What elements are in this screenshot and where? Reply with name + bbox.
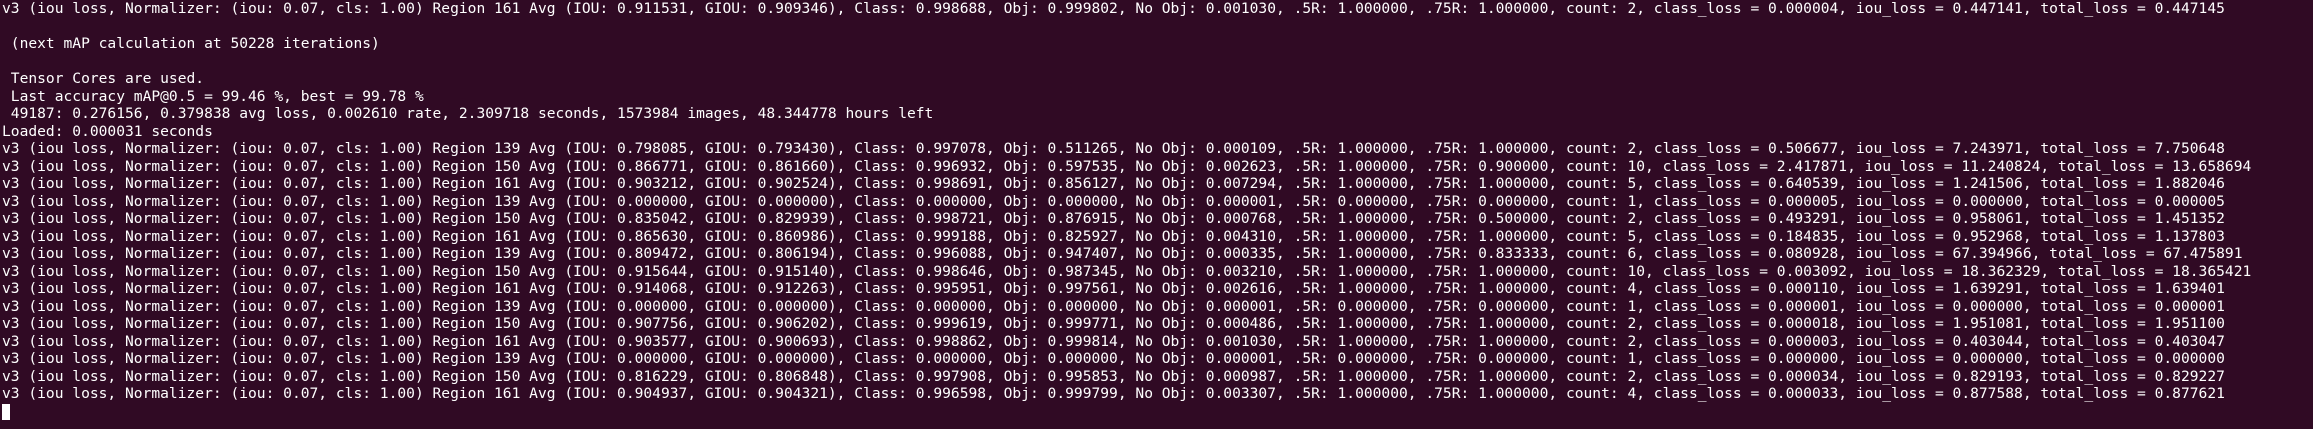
terminal-cursor xyxy=(2,403,10,420)
log-line: v3 (iou loss, Normalizer: (iou: 0.07, cl… xyxy=(2,332,2225,350)
log-line: v3 (iou loss, Normalizer: (iou: 0.07, cl… xyxy=(2,367,2225,385)
log-line: v3 (iou loss, Normalizer: (iou: 0.07, cl… xyxy=(2,350,2225,367)
log-line: v3 (iou loss, Normalizer: (iou: 0.07, cl… xyxy=(2,245,2243,262)
log-line: Last accuracy mAP@0.5 = 99.46 %, best = … xyxy=(2,87,424,105)
log-line: v3 (iou loss, Normalizer: (iou: 0.07, cl… xyxy=(2,262,2252,280)
log-line: v3 (iou loss, Normalizer: (iou: 0.07, cl… xyxy=(2,175,2225,192)
log-line: v3 (iou loss, Normalizer: (iou: 0.07, cl… xyxy=(2,280,2225,297)
log-line: v3 (iou loss, Normalizer: (iou: 0.07, cl… xyxy=(2,227,2225,245)
log-line: v3 (iou loss, Normalizer: (iou: 0.07, cl… xyxy=(2,210,2225,227)
log-line: 49187: 0.276156, 0.379838 avg loss, 0.00… xyxy=(2,105,934,122)
log-line: v3 (iou loss, Normalizer: (iou: 0.07, cl… xyxy=(2,385,2225,402)
log-line: v3 (iou loss, Normalizer: (iou: 0.07, cl… xyxy=(2,192,2225,210)
cursor-line xyxy=(2,403,2313,421)
terminal-output[interactable]: v3 (iou loss, Normalizer: (iou: 0.07, cl… xyxy=(0,0,2313,429)
log-line: (next mAP calculation at 50228 iteration… xyxy=(2,35,380,52)
log-line: v3 (iou loss, Normalizer: (iou: 0.07, cl… xyxy=(2,315,2225,332)
log-line: v3 (iou loss, Normalizer: (iou: 0.07, cl… xyxy=(2,297,2225,315)
log-line: Tensor Cores are used. xyxy=(2,70,205,87)
log-line: v3 (iou loss, Normalizer: (iou: 0.07, cl… xyxy=(2,157,2252,175)
log-line: v3 (iou loss, Normalizer: (iou: 0.07, cl… xyxy=(2,0,2225,17)
log-line: v3 (iou loss, Normalizer: (iou: 0.07, cl… xyxy=(2,140,2225,157)
log-line: Loaded: 0.000031 seconds xyxy=(2,122,213,140)
